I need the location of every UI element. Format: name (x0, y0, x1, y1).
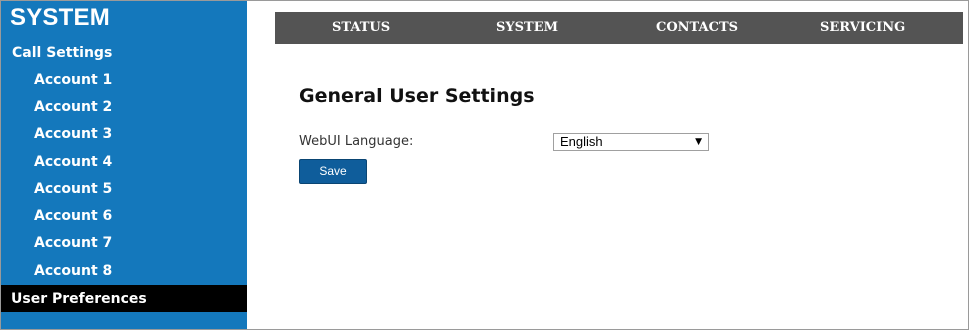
save-button-label: Save (319, 164, 347, 178)
sidebar-title: SYSTEM (10, 4, 110, 31)
webui-language-value: English (560, 134, 603, 149)
sidebar-section-call-settings[interactable]: Call Settings (12, 43, 112, 63)
sidebar-item-account-2[interactable]: Account 2 (34, 97, 112, 117)
sidebar-item-account-7[interactable]: Account 7 (34, 233, 112, 253)
sidebar-item-account-3[interactable]: Account 3 (34, 124, 112, 144)
sidebar-item-account-4[interactable]: Account 4 (34, 152, 112, 172)
dropdown-arrow-icon: ▼ (695, 137, 702, 147)
sidebar-item-account-6[interactable]: Account 6 (34, 206, 112, 226)
sidebar: SYSTEM Call Settings Account 1 Account 2… (1, 1, 247, 329)
nav-tab-system[interactable]: SYSTEM (496, 20, 558, 36)
sidebar-item-account-1[interactable]: Account 1 (34, 70, 112, 90)
page-title: General User Settings (299, 85, 535, 107)
save-button[interactable]: Save (299, 159, 367, 184)
sidebar-item-label: User Preferences (11, 291, 147, 307)
webui-language-label: WebUI Language: (299, 134, 414, 149)
nav-tab-status[interactable]: STATUS (332, 20, 390, 36)
webui-language-select[interactable]: English ▼ (553, 133, 709, 151)
sidebar-item-account-8[interactable]: Account 8 (34, 261, 112, 281)
top-nav-bar: STATUS SYSTEM CONTACTS SERVICING (275, 12, 963, 44)
sidebar-item-account-5[interactable]: Account 5 (34, 179, 112, 199)
nav-tab-servicing[interactable]: SERVICING (820, 20, 905, 36)
sidebar-item-user-preferences[interactable]: User Preferences (1, 285, 247, 312)
nav-tab-contacts[interactable]: CONTACTS (656, 20, 738, 36)
